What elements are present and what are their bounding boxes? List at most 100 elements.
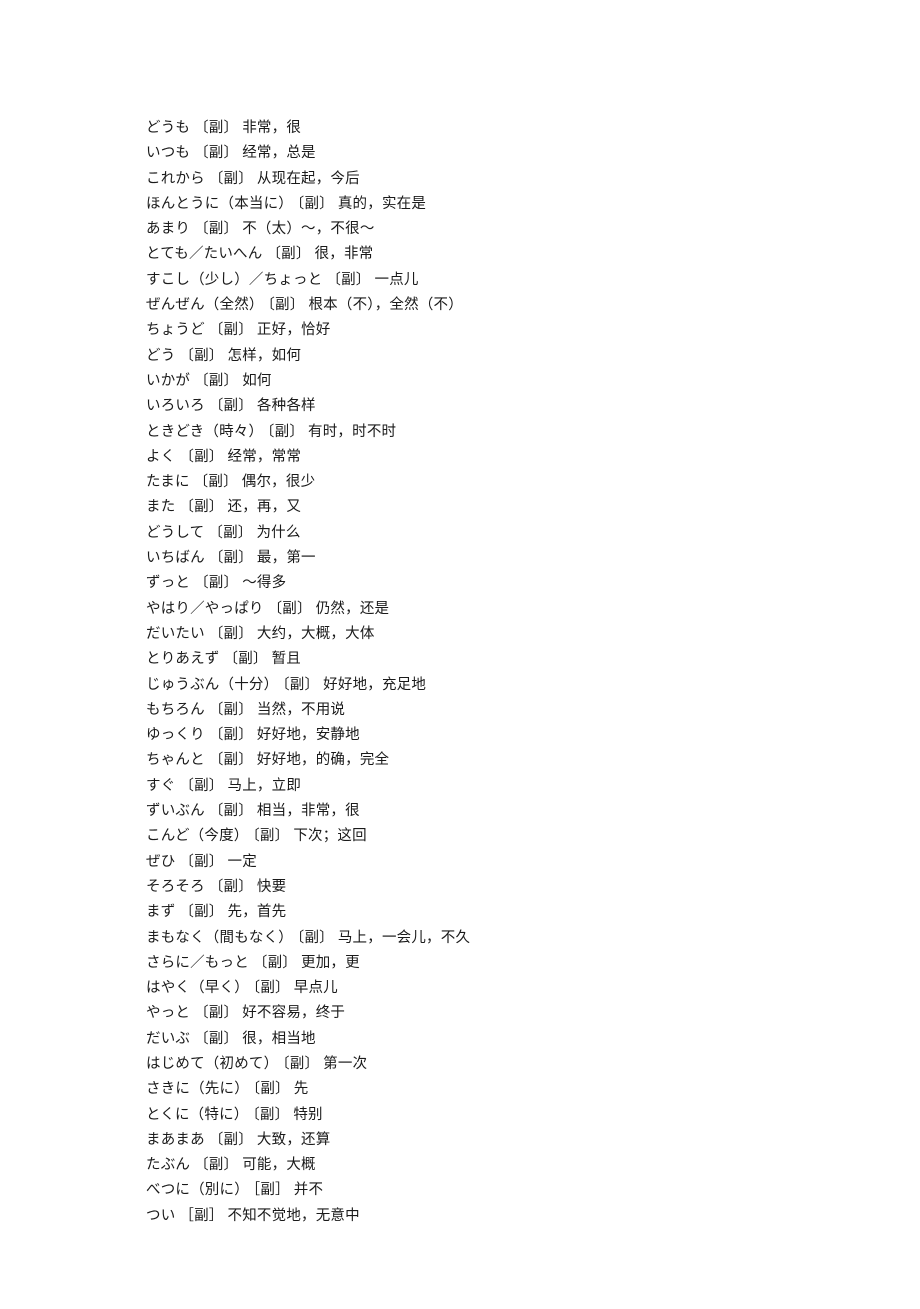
vocab-entry: さらに／もっと〔副〕更加，更 xyxy=(146,951,920,976)
entry-pos: 〔副〕 xyxy=(194,373,238,389)
entry-word: ずっと xyxy=(146,575,190,591)
vocab-entry: こんど（今度）〔副〕下次；这回 xyxy=(146,824,920,849)
entry-meaning: 很，相当地 xyxy=(242,1031,316,1047)
entry-word: まず xyxy=(146,904,175,920)
vocab-entry: とても／たいへん〔副〕很，非常 xyxy=(146,242,920,267)
vocab-entry: いかが〔副〕如何 xyxy=(146,369,920,394)
entry-pos: 〔副〕 xyxy=(253,955,297,971)
entry-pos: 〔副〕 xyxy=(179,904,223,920)
entry-meaning: 不知不觉地，无意中 xyxy=(228,1208,360,1224)
entry-word: ちょうど xyxy=(146,322,205,338)
entry-meaning: ～得多 xyxy=(242,575,286,591)
entry-meaning: 先，首先 xyxy=(228,904,287,920)
entry-pos: 〔副〕 xyxy=(194,474,238,490)
entry-pos: 〔副〕 xyxy=(267,424,304,440)
entry-word: そろそろ xyxy=(146,879,205,895)
entry-meaning: 一点儿 xyxy=(375,272,419,288)
entry-word: もちろん xyxy=(146,702,205,718)
entry-pos: 〔副〕 xyxy=(194,1031,238,1047)
vocab-entry: ずいぶん〔副〕相当，非常，很 xyxy=(146,799,920,824)
entry-word: また xyxy=(146,499,175,515)
vocab-entry: ちゃんと〔副〕好好地，的确，完全 xyxy=(146,748,920,773)
vocab-entry: ほんとうに（本当に）〔副〕真的，实在是 xyxy=(146,192,920,217)
entry-word: ときどき（時々） xyxy=(146,424,263,440)
entry-word: はやく（早く） xyxy=(146,980,249,996)
vocab-entry: そろそろ〔副〕快要 xyxy=(146,875,920,900)
vocab-entry: だいたい〔副〕大约，大概，大体 xyxy=(146,622,920,647)
entry-meaning: 好好地，的确，完全 xyxy=(257,752,389,768)
vocab-entry: どう〔副〕怎样，如何 xyxy=(146,344,920,369)
entry-pos: 〔副〕 xyxy=(179,778,223,794)
vocab-entry: よく〔副〕经常，常常 xyxy=(146,445,920,470)
entry-meaning: 仍然，还是 xyxy=(316,601,390,617)
entry-word: べつに（別に） xyxy=(146,1182,249,1198)
entry-word: すぐ xyxy=(146,778,175,794)
entry-pos: 〔副〕 xyxy=(179,348,223,364)
entry-word: だいぶ xyxy=(146,1031,190,1047)
vocab-entry: ぜんぜん（全然）〔副〕根本（不），全然（不） xyxy=(146,293,920,318)
entry-pos: 〔副〕 xyxy=(194,1157,238,1173)
vocab-entry: いつも〔副〕经常，总是 xyxy=(146,141,920,166)
entry-word: さらに／もっと xyxy=(146,955,249,971)
entry-pos: 〔副〕 xyxy=(209,550,253,566)
entry-meaning: 先 xyxy=(294,1081,309,1097)
entry-word: どうして xyxy=(146,525,204,541)
entry-word: こんど（今度） xyxy=(146,828,248,844)
vocab-entry: はじめて（初めて）〔副〕第一次 xyxy=(146,1052,920,1077)
entry-meaning: 当然，不用说 xyxy=(257,702,345,718)
entry-word: いちばん xyxy=(146,550,205,566)
vocabulary-list: どうも〔副〕非常，很いつも〔副〕经常，总是これから〔副〕从现在起，今后ほんとうに… xyxy=(146,116,920,1229)
entry-word: ぜんぜん（全然） xyxy=(146,297,264,313)
entry-word: だいたい xyxy=(146,626,205,642)
entry-pos: 〔副〕 xyxy=(224,651,268,667)
entry-meaning: 最，第一 xyxy=(257,550,316,566)
entry-word: いかが xyxy=(146,373,190,389)
entry-pos: 〔副〕 xyxy=(282,677,319,693)
entry-pos: 〔副〕 xyxy=(209,727,253,743)
entry-pos: 〔副〕 xyxy=(253,1081,290,1097)
entry-pos: 〔副〕 xyxy=(194,1005,238,1021)
entry-meaning: 怎样，如何 xyxy=(228,348,302,364)
vocab-entry: だいぶ〔副〕很，相当地 xyxy=(146,1027,920,1052)
entry-meaning: 好好地，安静地 xyxy=(257,727,360,743)
entry-meaning: 如何 xyxy=(242,373,271,389)
vocab-entry: つい［副］不知不觉地，无意中 xyxy=(146,1204,920,1229)
entry-meaning: 快要 xyxy=(257,879,286,895)
entry-meaning: 早点儿 xyxy=(294,980,338,996)
entry-meaning: 更加，更 xyxy=(301,955,360,971)
entry-word: ちゃんと xyxy=(146,752,205,768)
entry-meaning: 马上，立即 xyxy=(228,778,302,794)
entry-pos: 〔副〕 xyxy=(209,322,253,338)
entry-meaning: 真的，实在是 xyxy=(338,196,426,212)
entry-meaning: 根本（不），全然（不） xyxy=(308,297,462,313)
entry-word: いろいろ xyxy=(146,398,205,414)
entry-meaning: 各种各样 xyxy=(257,398,316,414)
vocab-entry: やはり／やっぱり〔副〕仍然，还是 xyxy=(146,597,920,622)
entry-meaning: 大致，还算 xyxy=(257,1132,331,1148)
entry-word: たまに xyxy=(146,474,190,490)
vocab-entry: たまに〔副〕偶尔，很少 xyxy=(146,470,920,495)
vocab-entry: すこし（少し）／ちょっと〔副〕一点儿 xyxy=(146,268,920,293)
entry-meaning: 大约，大概，大体 xyxy=(257,626,375,642)
vocab-entry: まず〔副〕先，首先 xyxy=(146,900,920,925)
entry-pos: 〔副〕 xyxy=(194,120,238,136)
entry-pos: 〔副〕 xyxy=(179,449,223,465)
entry-word: どう xyxy=(146,348,175,364)
entry-word: さきに（先に） xyxy=(146,1081,249,1097)
entry-meaning: 第一次 xyxy=(323,1056,367,1072)
entry-meaning: 有时，时不时 xyxy=(308,424,396,440)
entry-pos: 〔副〕 xyxy=(209,702,253,718)
entry-meaning: 不（太）～，不很～ xyxy=(242,221,374,237)
vocab-entry: ちょうど〔副〕正好，恰好 xyxy=(146,318,920,343)
entry-meaning: 正好，恰好 xyxy=(257,322,331,338)
entry-pos: 〔副〕 xyxy=(252,828,289,844)
entry-pos: 〔副〕 xyxy=(297,930,334,946)
vocab-entry: ぜひ〔副〕一定 xyxy=(146,850,920,875)
entry-meaning: 经常，总是 xyxy=(242,145,316,161)
vocab-entry: まもなく（間もなく）〔副〕马上，一会儿，不久 xyxy=(146,926,920,951)
entry-word: つい xyxy=(146,1208,175,1224)
vocab-entry: とくに（特に）〔副〕特别 xyxy=(146,1103,920,1128)
vocab-entry: ゆっくり〔副〕好好地，安静地 xyxy=(146,723,920,748)
entry-pos: 〔副〕 xyxy=(208,525,252,541)
entry-pos: 〔副〕 xyxy=(209,398,253,414)
